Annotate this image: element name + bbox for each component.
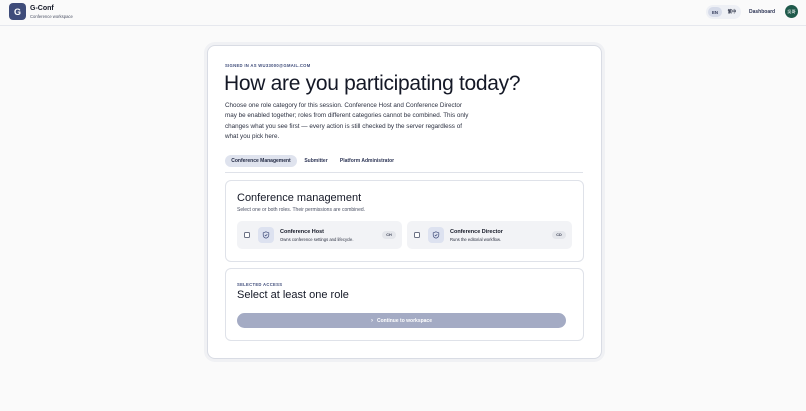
tab-submitter[interactable]: Submitter — [301, 155, 331, 167]
selected-access-section — [225, 268, 584, 341]
role-name: Conference Host — [280, 229, 325, 235]
brand-name: G-Conf — [30, 5, 54, 12]
avatar[interactable]: 吳哥 — [785, 5, 798, 18]
signed-in-label: SIGNED IN AS WU33000@GMAIL.COM — [225, 63, 311, 68]
intro-text: Choose one role category for this sessio… — [225, 102, 469, 141]
continue-to-workspace-button[interactable]: › Continue to workspace — [237, 313, 566, 328]
language-toggle: EN 繁中 — [706, 5, 741, 19]
shield-icon — [428, 227, 444, 243]
shield-icon — [258, 227, 274, 243]
role-description: Runs the editorial workflow. — [450, 237, 501, 242]
role-card-conference-director[interactable]: Conference Director Runs the editorial w… — [407, 221, 572, 249]
role-name: Conference Director — [450, 229, 503, 235]
page-title: How are you participating today? — [224, 72, 521, 95]
role-description: Owns conference settings and lifecycle. — [280, 237, 354, 242]
section-hint: Select one or both roles. Their permissi… — [237, 207, 366, 213]
role-category-tabs: Conference Management Submitter Platform… — [225, 155, 583, 173]
chevron-right-icon: › — [370, 317, 373, 324]
brand-subtitle: Conference workspace — [30, 14, 73, 19]
tab-platform-administrator[interactable]: Platform Administrator — [337, 155, 397, 167]
role-badge: CH — [382, 231, 396, 239]
continue-button-label: Continue to workspace — [376, 317, 432, 324]
dashboard-link[interactable]: Dashboard — [749, 9, 775, 15]
selected-access-label: SELECTED ACCESS — [237, 282, 283, 287]
top-bar: G G-Conf Conference workspace EN 繁中 Dash… — [0, 0, 806, 26]
role-card-conference-host[interactable]: Conference Host Owns conference settings… — [237, 221, 402, 249]
section-title: Conference management — [237, 192, 362, 204]
lang-option-en[interactable]: EN — [708, 7, 722, 17]
conference-director-checkbox[interactable] — [414, 232, 420, 238]
app-logo[interactable]: G — [9, 3, 26, 20]
lang-option-zh[interactable]: 繁中 — [725, 7, 739, 17]
selected-access-title: Select at least one role — [237, 289, 349, 301]
conference-host-checkbox[interactable] — [244, 232, 250, 238]
role-badge: CD — [552, 231, 566, 239]
tab-conference-management[interactable]: Conference Management — [225, 155, 297, 167]
